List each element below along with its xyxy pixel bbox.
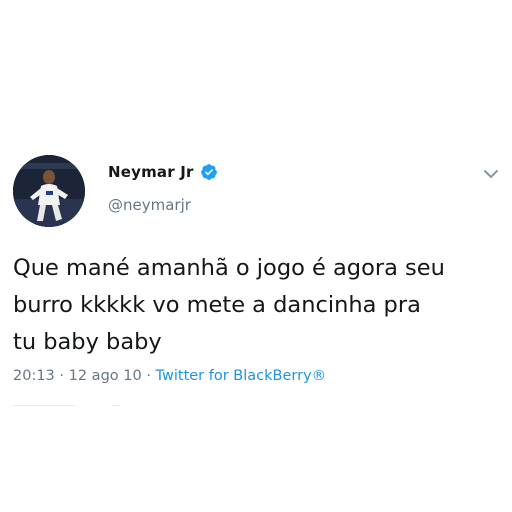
meta-separator: · bbox=[141, 368, 156, 384]
avatar-photo bbox=[13, 155, 85, 227]
author-handle[interactable]: @neymarjr bbox=[108, 196, 191, 214]
tweet-date[interactable]: 12 ago 10 bbox=[69, 368, 142, 384]
verified-badge-icon bbox=[200, 163, 218, 181]
tweet-meta: 20:13 · 12 ago 10 · Twitter for BlackBer… bbox=[13, 368, 326, 384]
tweet-card: Neymar Jr @neymarjr Que mané amanhã o jo… bbox=[0, 0, 512, 512]
chevron-down-icon[interactable] bbox=[482, 166, 500, 180]
avatar[interactable] bbox=[13, 155, 85, 227]
divider bbox=[112, 405, 120, 406]
tweet-time[interactable]: 20:13 bbox=[13, 368, 55, 384]
tweet-text: Que mané amanhã o jogo é agora seu burro… bbox=[13, 255, 445, 355]
author-name-row: Neymar Jr bbox=[108, 160, 218, 184]
tweet-source-link[interactable]: Twitter for BlackBerry® bbox=[156, 368, 327, 384]
divider bbox=[13, 405, 75, 406]
meta-separator: · bbox=[54, 368, 69, 384]
display-name[interactable]: Neymar Jr bbox=[108, 163, 194, 181]
